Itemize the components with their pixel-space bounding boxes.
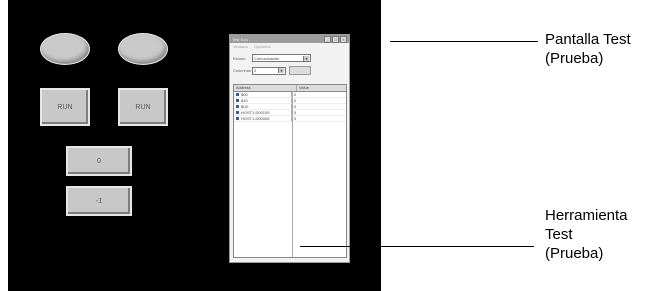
address-value-grid: Address Value $00 0 $10 0 $U0 0 HOST1:D0… [233, 84, 347, 258]
menu-bar: Ventana Opciones [230, 43, 349, 52]
columns-row: Columnas 2 ▾ [230, 64, 349, 77]
device-icon [236, 105, 239, 108]
device-icon [236, 111, 239, 114]
menu-item-window[interactable]: Ventana [233, 44, 248, 51]
run-button-left[interactable]: RUN [40, 88, 90, 126]
indicator-lamp-left [40, 33, 90, 65]
leader-line-tool [300, 246, 534, 247]
callout-test-screen: Pantalla Test (Prueba) [545, 31, 631, 67]
status-label: Estado [233, 55, 246, 61]
window-titlebar[interactable]: Test Tool _ □ × [230, 35, 349, 43]
column-header-value[interactable]: Value [297, 85, 311, 91]
numeric-display-top[interactable]: 0 [66, 146, 132, 176]
status-row: Estado Comunicación ▾ [230, 52, 349, 64]
close-icon[interactable]: × [340, 35, 347, 43]
device-icon [236, 99, 239, 102]
run-button-right[interactable]: RUN [118, 88, 168, 126]
apply-button[interactable] [289, 66, 311, 75]
column-divider [292, 91, 293, 257]
window-title: Test Tool [232, 36, 248, 42]
device-icon [236, 117, 239, 120]
callout-test-tool: Herramienta Test (Prueba) [545, 207, 628, 262]
numeric-display-bottom[interactable]: -1 [66, 186, 132, 216]
minimize-icon[interactable]: _ [324, 35, 331, 43]
hmi-test-screen: RUN RUN 0 -1 Test Tool _ □ × Ventana Opc… [8, 0, 381, 291]
columns-select[interactable]: 2 ▾ [252, 66, 286, 75]
maximize-icon[interactable]: □ [332, 35, 339, 43]
status-select[interactable]: Comunicación ▾ [252, 54, 311, 62]
grid-header: Address Value [234, 85, 346, 92]
column-header-address[interactable]: Address [234, 85, 297, 91]
menu-item-options[interactable]: Opciones [254, 44, 271, 51]
table-row[interactable]: HOST1:D00006 0 [234, 116, 346, 122]
chevron-down-icon[interactable]: ▾ [278, 68, 284, 73]
indicator-lamp-right [118, 33, 168, 65]
test-tool-window: Test Tool _ □ × Ventana Opciones Estado … [229, 34, 350, 263]
chevron-down-icon[interactable]: ▾ [303, 55, 309, 61]
leader-line-screen [390, 41, 538, 42]
device-icon [236, 93, 239, 96]
columns-label: Columnas [233, 68, 252, 73]
